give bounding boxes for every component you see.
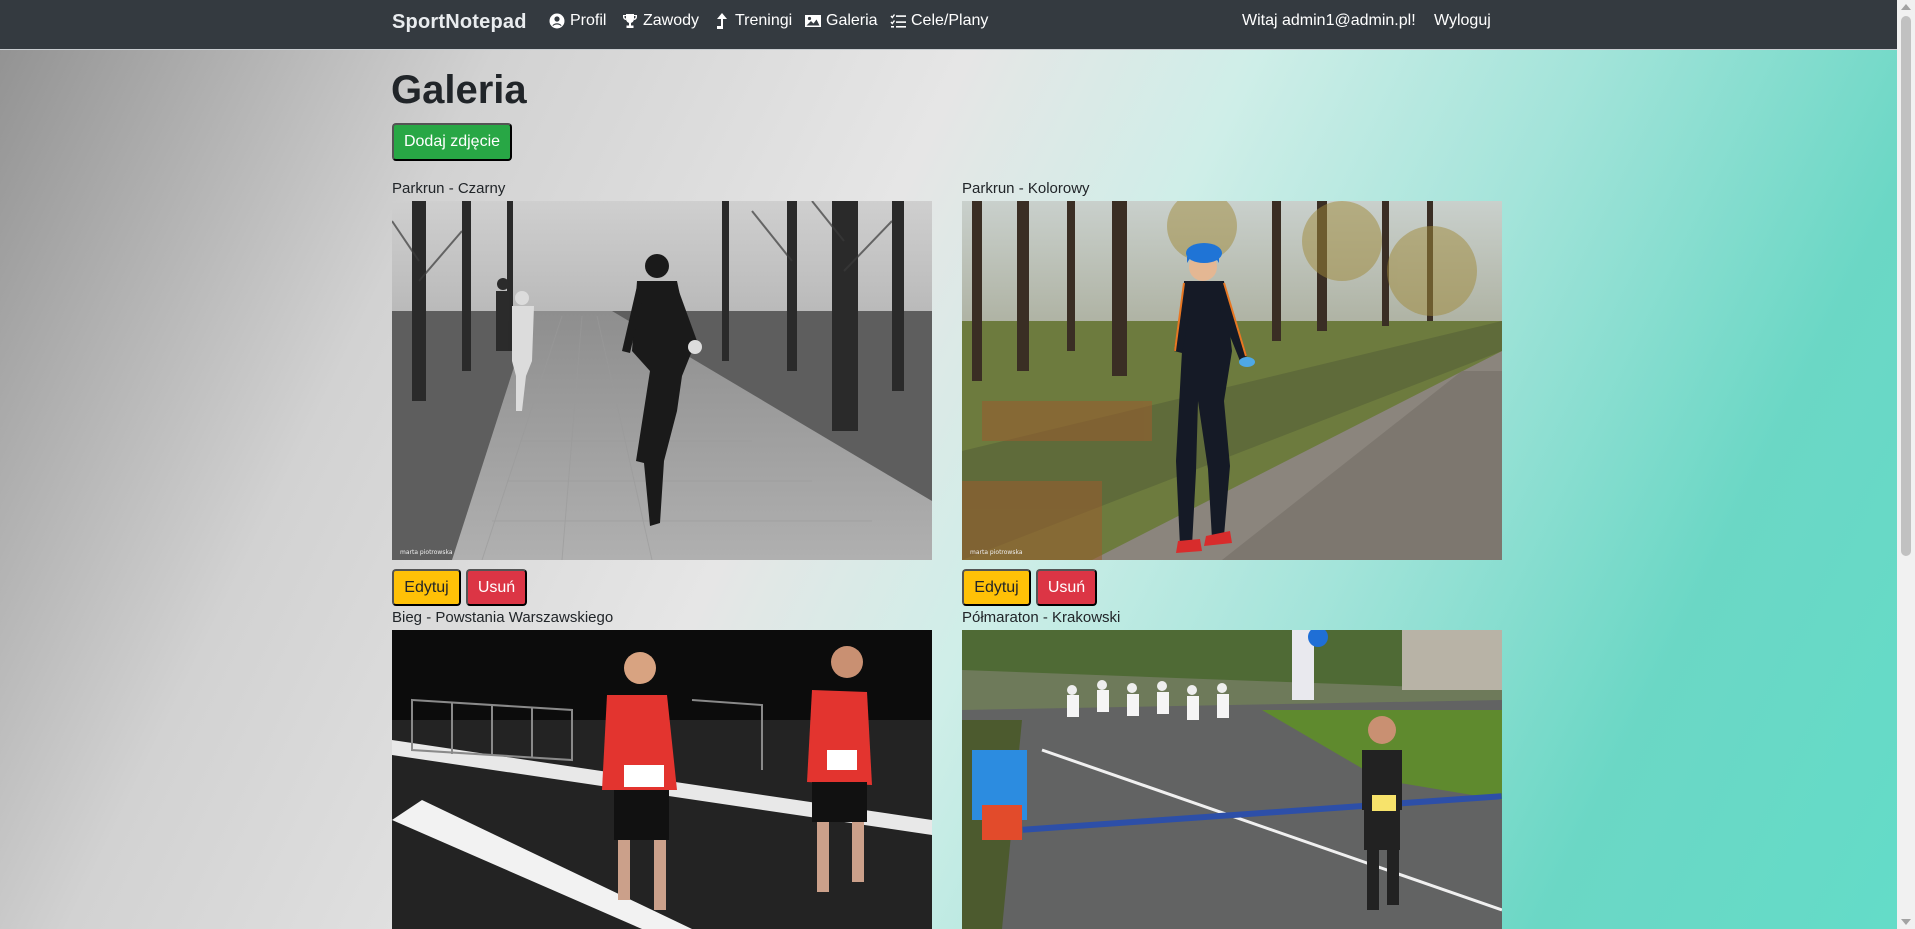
arrow-up-icon [717, 13, 727, 29]
nav-zawody-label: Zawody [643, 12, 700, 29]
logout-link[interactable]: Wyloguj [1434, 12, 1491, 30]
brand-logo[interactable]: SportNotepad [392, 11, 527, 34]
trophy-icon [623, 14, 637, 28]
delete-button[interactable]: Usuń [466, 569, 527, 606]
top-navbar: SportNotepad Profil Zawody Treningi Gale… [0, 0, 1897, 50]
photo-polmaraton-krakowski[interactable] [962, 630, 1502, 929]
nav-treningi-label: Treningi [735, 12, 793, 29]
nav-cele-plany-label: Cele/Plany [911, 12, 989, 29]
nav-galeria[interactable]: Galeria [805, 12, 878, 30]
photo-title: Parkrun - Czarny [392, 180, 506, 197]
image-icon [805, 15, 821, 27]
delete-button[interactable]: Usuń [1036, 569, 1097, 606]
add-photo-button[interactable]: Dodaj zdjęcie [392, 123, 512, 161]
photo-parkrun-kolorowy[interactable]: marta piotrowska [962, 201, 1502, 560]
edit-button[interactable]: Edytuj [392, 569, 461, 606]
scrollbar-thumb[interactable] [1901, 16, 1911, 556]
nav-galeria-label: Galeria [826, 12, 878, 29]
nav-profil-label: Profil [570, 12, 607, 29]
nav-zawody[interactable]: Zawody [622, 12, 699, 30]
scroll-up-arrow-icon[interactable] [1901, 4, 1911, 10]
user-circle-icon [549, 13, 565, 29]
photo-watermark: marta piotrowska [970, 549, 1023, 556]
nav-profil[interactable]: Profil [549, 12, 606, 30]
scroll-down-arrow-icon[interactable] [1901, 919, 1911, 925]
photo-title: Bieg - Powstania Warszawskiego [392, 609, 614, 626]
photo-watermark: marta piotrowska [400, 549, 453, 556]
edit-button[interactable]: Edytuj [962, 569, 1031, 606]
photo-bieg-powstania[interactable] [392, 630, 932, 929]
photo-title: Parkrun - Kolorowy [962, 180, 1090, 197]
photo-title: Półmaraton - Krakowski [962, 609, 1121, 626]
nav-cele-plany[interactable]: Cele/Plany [890, 12, 988, 30]
vertical-scrollbar[interactable] [1897, 0, 1915, 929]
user-greeting: Witaj admin1@admin.pl! [1242, 12, 1416, 29]
page-title: Galeria [391, 68, 527, 112]
photo-parkrun-czarny[interactable]: marta piotrowska [392, 201, 932, 560]
tasks-icon [890, 14, 906, 28]
nav-treningi[interactable]: Treningi [714, 12, 792, 30]
